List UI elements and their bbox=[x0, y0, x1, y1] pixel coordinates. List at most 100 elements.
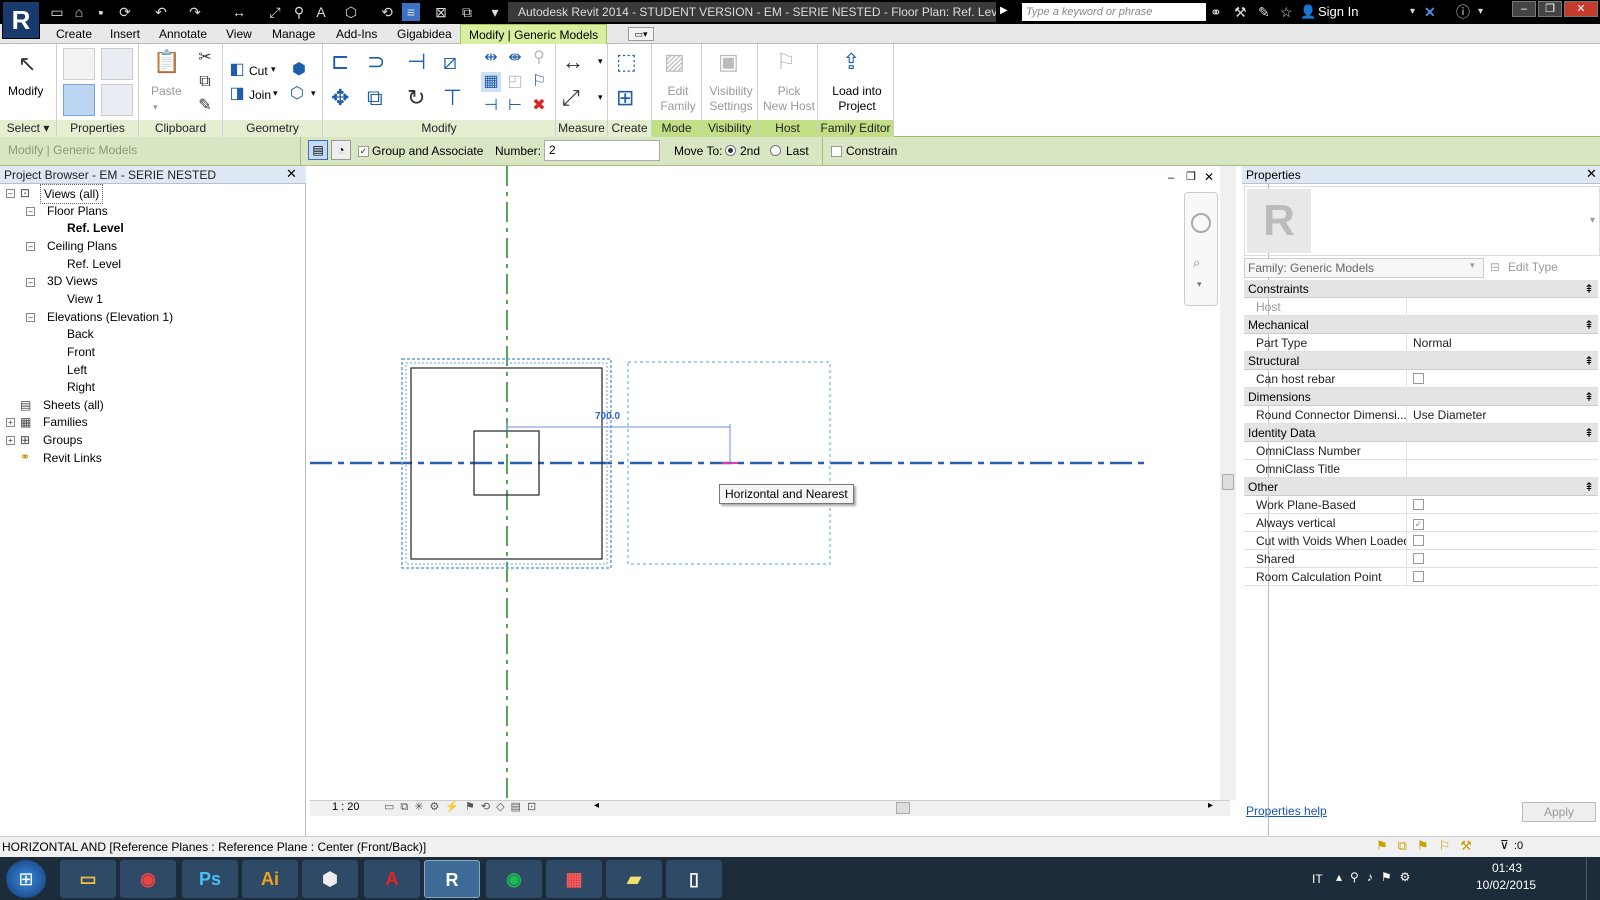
view-minimize-icon[interactable]: – bbox=[1168, 172, 1174, 184]
family-types-icon[interactable] bbox=[101, 48, 133, 80]
measure-distance-icon[interactable]: ↔ bbox=[562, 48, 584, 76]
view-restore-icon[interactable]: ❐ bbox=[1186, 170, 1196, 183]
prop-row-part-type[interactable]: Part Type Normal bbox=[1244, 334, 1598, 352]
cut-dropdown-icon[interactable]: ▾ bbox=[271, 64, 276, 75]
taskbar-explorer-icon[interactable]: ▭ bbox=[60, 860, 116, 898]
tree-expand-icon[interactable]: + bbox=[6, 436, 15, 445]
join-dropdown-icon[interactable]: ▾ bbox=[273, 88, 278, 99]
tree-collapse-icon[interactable]: – bbox=[26, 207, 35, 216]
tree-item-3d-views[interactable]: 3D Views bbox=[47, 272, 97, 290]
measure-icon[interactable]: ↔ bbox=[230, 3, 248, 21]
constrain-checkbox[interactable] bbox=[831, 146, 842, 157]
paste-button[interactable]: Paste bbox=[151, 84, 182, 99]
sign-in-dropdown-icon[interactable]: ▾ bbox=[1410, 3, 1415, 21]
rotate-icon[interactable]: ↻ bbox=[407, 84, 425, 112]
split-dropdown-icon[interactable]: ▾ bbox=[311, 88, 316, 99]
paste-icon[interactable]: 📋 bbox=[153, 48, 180, 76]
dimension-dropdown-icon[interactable]: ▾ bbox=[598, 92, 603, 103]
type-selector-dropdown-icon[interactable]: ▾ bbox=[1590, 215, 1595, 226]
modify-button[interactable]: Modify bbox=[8, 84, 43, 99]
properties-close-icon[interactable]: ✕ bbox=[1586, 166, 1597, 182]
minimize-window-button[interactable]: – bbox=[1512, 1, 1536, 17]
tree-item-floor-plans[interactable]: Floor Plans bbox=[47, 202, 108, 220]
work-plane-based-checkbox[interactable] bbox=[1413, 499, 1424, 510]
create-group-icon[interactable]: ⊞ bbox=[616, 84, 634, 112]
ribbon-minimize-icon[interactable]: ▭▾ bbox=[628, 27, 654, 41]
unpin-icon[interactable]: ⚲ bbox=[529, 48, 549, 68]
section-constraints[interactable]: Constraints ⇞ bbox=[1244, 280, 1598, 298]
offset-icon[interactable]: ⊃ bbox=[367, 48, 385, 76]
type-properties-icon[interactable] bbox=[101, 84, 133, 116]
split-face-icon[interactable]: ⬡ bbox=[287, 84, 307, 104]
communication-icon[interactable]: ✎ bbox=[1258, 3, 1270, 21]
sync-icon[interactable]: ⟳ bbox=[116, 3, 134, 21]
always-vertical-checkbox[interactable]: ✓ bbox=[1413, 519, 1424, 530]
switch-windows-icon[interactable]: ⧉ bbox=[458, 3, 476, 21]
can-host-rebar-checkbox[interactable] bbox=[1413, 373, 1424, 384]
section-dimensions[interactable]: Dimensions ⇞ bbox=[1244, 388, 1598, 406]
mirror-pick-axis-icon[interactable]: ⊣ bbox=[407, 48, 426, 76]
number-input[interactable]: 2 bbox=[544, 140, 660, 161]
copy-icon[interactable]: ⧉ bbox=[195, 72, 215, 92]
paste-dropdown-icon[interactable]: ▾ bbox=[153, 102, 158, 113]
section-other[interactable]: Other ⇞ bbox=[1244, 478, 1598, 496]
taskbar-chrome-icon[interactable]: ◉ bbox=[120, 860, 176, 898]
section-icon[interactable]: ⟲ bbox=[378, 3, 396, 21]
aligned-dimension-icon[interactable]: ⤢ bbox=[266, 3, 284, 21]
prop-row-work-plane-based[interactable]: Work Plane-Based bbox=[1244, 496, 1598, 514]
3d-view-icon[interactable]: ⬡ bbox=[342, 3, 360, 21]
taskbar-illustrator-icon[interactable]: Ai bbox=[242, 860, 298, 898]
clock-date[interactable]: 10/02/2015 bbox=[1476, 878, 1536, 892]
tree-collapse-icon[interactable]: – bbox=[26, 242, 35, 251]
start-button[interactable]: ⊞ bbox=[6, 860, 46, 898]
type-selector[interactable]: R ▾ bbox=[1244, 186, 1600, 256]
tree-item-floor-plan-ref-level[interactable]: Ref. Level bbox=[67, 219, 124, 237]
tag-icon[interactable]: ⚲ bbox=[290, 3, 308, 21]
tab-gigabidea[interactable]: Gigabidea bbox=[395, 24, 454, 44]
sign-in-button[interactable]: Sign In bbox=[1318, 3, 1358, 21]
split-with-gap-icon[interactable]: ⇼ bbox=[505, 48, 525, 68]
thin-lines-icon[interactable]: ≡ bbox=[402, 3, 420, 21]
cut-with-voids-checkbox[interactable] bbox=[1413, 535, 1424, 546]
save-icon[interactable]: ▪ bbox=[92, 3, 110, 21]
apply-button[interactable]: Apply bbox=[1522, 802, 1596, 822]
tab-modify-generic-models[interactable]: Modify | Generic Models bbox=[460, 24, 608, 44]
tree-item-families[interactable]: Families bbox=[43, 413, 88, 431]
split-element-icon[interactable]: ⇹ bbox=[481, 48, 501, 68]
taskbar-spotify-icon[interactable]: ◉ bbox=[486, 860, 542, 898]
prop-row-always-vertical[interactable]: Always vertical ✓ bbox=[1244, 514, 1598, 532]
steering-wheel-icon[interactable] bbox=[1191, 213, 1211, 233]
pin-icon[interactable]: ⚐ bbox=[529, 72, 549, 92]
join-geometry-button[interactable]: Join bbox=[249, 88, 271, 103]
trim-multiple-icon[interactable]: ⊣ bbox=[481, 96, 501, 116]
tab-annotate[interactable]: Annotate bbox=[157, 24, 209, 44]
open-icon[interactable]: ⌂ bbox=[70, 3, 88, 21]
radial-array-icon[interactable]: ◔ bbox=[331, 140, 351, 160]
tree-item-front[interactable]: Front bbox=[67, 343, 95, 361]
scroll-left-icon[interactable]: ◂ bbox=[594, 800, 599, 811]
taskbar-photoshop-icon[interactable]: Ps bbox=[182, 860, 238, 898]
tree-item-view-1[interactable]: View 1 bbox=[67, 290, 103, 308]
language-indicator[interactable]: IT bbox=[1312, 872, 1323, 886]
tray-icons[interactable]: ▴⚲♪⚑⚙ bbox=[1336, 870, 1418, 884]
show-desktop-button[interactable] bbox=[1586, 857, 1600, 900]
prop-row-cut-with-voids[interactable]: Cut with Voids When Loaded bbox=[1244, 532, 1598, 550]
cut-geometry-button[interactable]: Cut bbox=[249, 64, 268, 79]
array-icon[interactable]: ▦ bbox=[481, 72, 501, 92]
taskbar-autocad-icon[interactable]: A bbox=[364, 860, 420, 898]
restore-window-button[interactable]: ❐ bbox=[1538, 1, 1562, 17]
tab-insert[interactable]: Insert bbox=[108, 24, 142, 44]
move-to-last-radio[interactable] bbox=[770, 145, 781, 156]
tree-item-right[interactable]: Right bbox=[67, 378, 95, 396]
tree-item-groups[interactable]: Groups bbox=[43, 431, 82, 449]
properties-icon[interactable] bbox=[63, 84, 95, 116]
qat-dropdown-icon[interactable]: ▾ bbox=[486, 3, 504, 21]
tree-item-elevations[interactable]: Elevations (Elevation 1) bbox=[47, 308, 173, 326]
redo-icon[interactable]: ↷ bbox=[186, 3, 204, 21]
measure-dropdown-icon[interactable]: ▾ bbox=[598, 56, 603, 67]
instance-filter-select[interactable]: Family: Generic Models bbox=[1244, 258, 1484, 278]
taskbar-sticky-notes-icon[interactable]: ▰ bbox=[606, 860, 662, 898]
tree-item-sheets[interactable]: Sheets (all) bbox=[43, 396, 104, 414]
zoom-region-icon[interactable]: ⌕ bbox=[1193, 255, 1200, 271]
trim-single-icon[interactable]: ⊢ bbox=[505, 96, 525, 116]
